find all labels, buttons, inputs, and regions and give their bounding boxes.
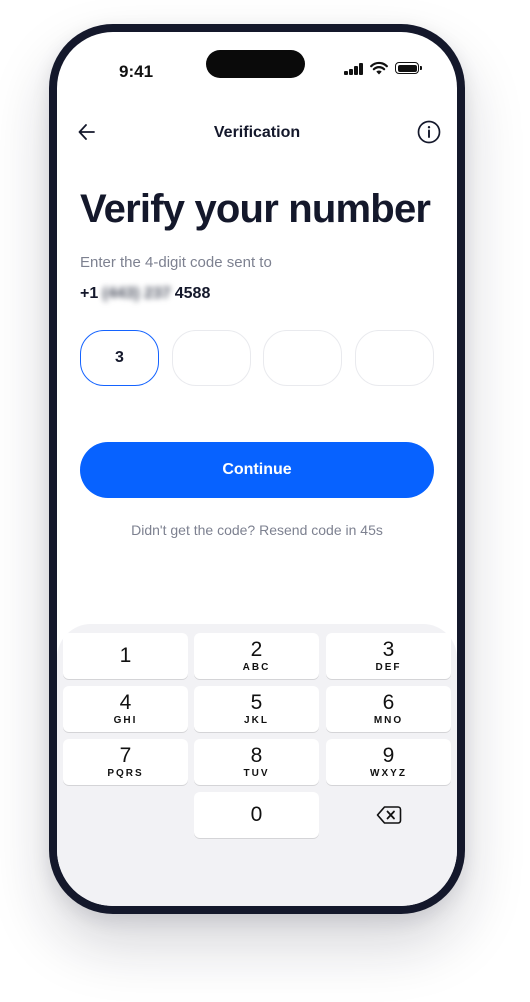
key-9[interactable]: 9 WXYZ — [326, 739, 451, 785]
key-8[interactable]: 8 TUV — [194, 739, 319, 785]
page-title: Verify your number — [80, 187, 431, 231]
key-digit: 6 — [382, 690, 395, 714]
subtitle: Enter the 4-digit code sent to — [80, 254, 272, 271]
key-letters: TUV — [243, 767, 270, 779]
key-7[interactable]: 7 PQRS — [63, 739, 188, 785]
country-code: +1 — [80, 285, 99, 302]
nav-title: Verification — [213, 124, 301, 141]
cellular-signal-icon — [344, 63, 364, 75]
key-5[interactable]: 5 JKL — [194, 686, 319, 732]
masked-number: (443) 237 — [102, 285, 171, 302]
otp-input-group: 3 — [80, 330, 435, 386]
resend-code-text[interactable]: Didn't get the code? Resend code in 45s — [57, 522, 457, 538]
key-letters: JKL — [244, 714, 269, 726]
key-digit: 1 — [119, 644, 132, 667]
key-letters: DEF — [375, 661, 402, 673]
status-time: 9:41 — [119, 62, 154, 81]
phone-screen: 9:41 Verification Verify your number Ent… — [57, 32, 457, 906]
key-3[interactable]: 3 DEF — [326, 633, 451, 679]
status-icons — [344, 60, 424, 78]
key-digit: 5 — [250, 690, 263, 714]
number-suffix: 4588 — [174, 285, 211, 302]
key-4[interactable]: 4 GHI — [63, 686, 188, 732]
key-letters: WXYZ — [370, 767, 407, 779]
key-digit: 9 — [382, 743, 395, 767]
key-digit: 3 — [382, 637, 395, 661]
otp-digit-3[interactable] — [263, 330, 342, 386]
otp-digit-1[interactable]: 3 — [80, 330, 159, 386]
delete-key[interactable] — [326, 792, 451, 838]
numeric-keypad: 1 2 ABC 3 DEF 4 GHI 5 JKL 6 MNO 7 PQRS 8… — [57, 624, 457, 906]
phone-number: +1 (443) 237 4588 — [80, 285, 210, 303]
key-digit: 8 — [250, 743, 263, 767]
key-1[interactable]: 1 — [63, 633, 188, 679]
battery-icon — [395, 62, 422, 74]
key-letters: ABC — [242, 661, 271, 673]
phone-frame: 9:41 Verification Verify your number Ent… — [49, 24, 465, 914]
continue-button[interactable]: Continue — [80, 442, 434, 498]
key-digit: 2 — [250, 637, 263, 661]
dynamic-island — [206, 50, 305, 78]
wifi-icon — [370, 61, 388, 75]
key-0[interactable]: 0 — [194, 792, 319, 838]
key-2[interactable]: 2 ABC — [194, 633, 319, 679]
info-icon[interactable] — [416, 119, 442, 145]
key-letters: MNO — [373, 714, 404, 726]
backspace-icon — [376, 806, 401, 824]
key-letters: GHI — [113, 714, 138, 726]
key-digit: 7 — [119, 743, 132, 767]
key-digit: 4 — [119, 690, 132, 714]
otp-digit-4[interactable] — [355, 330, 434, 386]
key-6[interactable]: 6 MNO — [326, 686, 451, 732]
key-letters: PQRS — [107, 767, 144, 779]
key-digit: 0 — [250, 803, 263, 826]
otp-digit-2[interactable] — [172, 330, 251, 386]
